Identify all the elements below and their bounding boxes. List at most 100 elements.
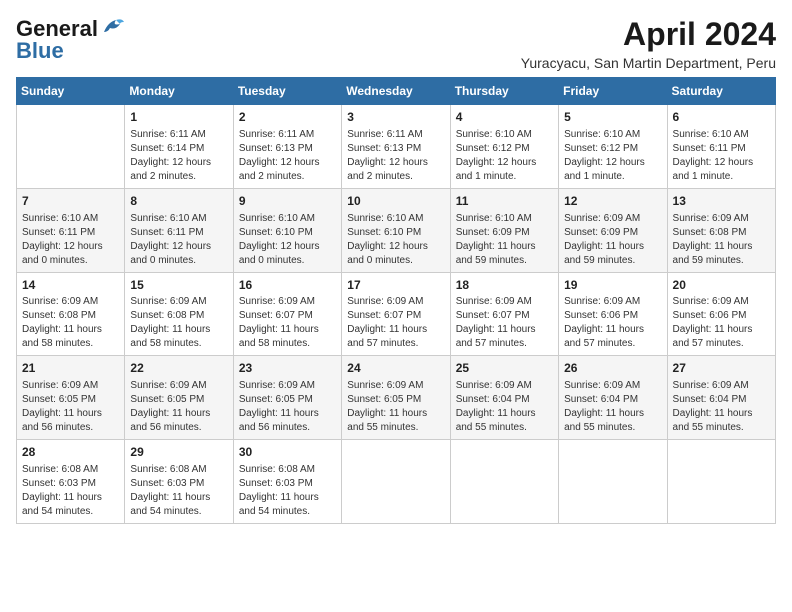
calendar-cell: 25 Sunrise: 6:09 AM Sunset: 6:04 PM Dayli… [450, 356, 558, 440]
calendar-table: Sunday Monday Tuesday Wednesday Thursday… [16, 77, 776, 524]
day-number: 3 [347, 109, 444, 126]
day-info: Sunrise: 6:09 AM Sunset: 6:09 PM Dayligh… [564, 212, 661, 268]
calendar-cell [342, 440, 450, 524]
day-number: 27 [673, 360, 770, 377]
day-number: 2 [239, 109, 336, 126]
day-info: Sunrise: 6:10 AM Sunset: 6:12 PM Dayligh… [564, 128, 661, 184]
calendar-week-2: 7 Sunrise: 6:10 AM Sunset: 6:11 PM Daylig… [17, 188, 776, 272]
day-number: 29 [130, 444, 227, 461]
calendar-cell: 19Sunrise: 6:09 AM Sunset: 6:06 PM Dayli… [559, 272, 667, 356]
calendar-week-1: 1 Sunrise: 6:11 AM Sunset: 6:14 PM Daylig… [17, 105, 776, 189]
calendar-cell: 22Sunrise: 6:09 AM Sunset: 6:05 PM Dayli… [125, 356, 233, 440]
day-number: 26 [564, 360, 661, 377]
day-info: Sunrise: 6:11 AM Sunset: 6:13 PM Dayligh… [347, 128, 444, 184]
calendar-cell: 13Sunrise: 6:09 AM Sunset: 6:08 PM Dayli… [667, 188, 775, 272]
calendar-cell: 30 Sunrise: 6:08 AM Sunset: 6:03 PM Dayli… [233, 440, 341, 524]
day-number: 28 [22, 444, 119, 461]
calendar-cell: 21 Sunrise: 6:09 AM Sunset: 6:05 PM Dayli… [17, 356, 125, 440]
calendar-cell [667, 440, 775, 524]
title-area: April 2024 Yuracyacu, San Martin Departm… [521, 16, 776, 71]
day-number: 14 [22, 277, 119, 294]
day-info: Sunrise: 6:09 AM Sunset: 6:05 PM Dayligh… [239, 379, 336, 435]
calendar-cell: 16Sunrise: 6:09 AM Sunset: 6:07 PM Dayli… [233, 272, 341, 356]
logo: General Blue [16, 16, 124, 64]
calendar-cell: 24Sunrise: 6:09 AM Sunset: 6:05 PM Dayli… [342, 356, 450, 440]
day-number: 10 [347, 193, 444, 210]
day-info: Sunrise: 6:09 AM Sunset: 6:06 PM Dayligh… [673, 295, 770, 351]
calendar-cell: 20Sunrise: 6:09 AM Sunset: 6:06 PM Dayli… [667, 272, 775, 356]
day-info: Sunrise: 6:08 AM Sunset: 6:03 PM Dayligh… [130, 463, 227, 519]
day-info: Sunrise: 6:08 AM Sunset: 6:03 PM Dayligh… [22, 463, 119, 519]
calendar-cell: 2 Sunrise: 6:11 AM Sunset: 6:13 PM Daylig… [233, 105, 341, 189]
calendar-cell: 7 Sunrise: 6:10 AM Sunset: 6:11 PM Daylig… [17, 188, 125, 272]
day-number: 19 [564, 277, 661, 294]
location-subtitle: Yuracyacu, San Martin Department, Peru [521, 55, 776, 71]
col-sunday: Sunday [17, 78, 125, 105]
day-info: Sunrise: 6:10 AM Sunset: 6:11 PM Dayligh… [130, 212, 227, 268]
day-number: 5 [564, 109, 661, 126]
calendar-cell [17, 105, 125, 189]
day-number: 6 [673, 109, 770, 126]
day-number: 22 [130, 360, 227, 377]
col-wednesday: Wednesday [342, 78, 450, 105]
day-info: Sunrise: 6:09 AM Sunset: 6:04 PM Dayligh… [673, 379, 770, 435]
day-info: Sunrise: 6:10 AM Sunset: 6:11 PM Dayligh… [673, 128, 770, 184]
calendar-cell: 14Sunrise: 6:09 AM Sunset: 6:08 PM Dayli… [17, 272, 125, 356]
calendar-cell: 1 Sunrise: 6:11 AM Sunset: 6:14 PM Daylig… [125, 105, 233, 189]
calendar-cell: 17Sunrise: 6:09 AM Sunset: 6:07 PM Dayli… [342, 272, 450, 356]
day-info: Sunrise: 6:11 AM Sunset: 6:13 PM Dayligh… [239, 128, 336, 184]
header: General Blue April 2024 Yuracyacu, San M… [16, 16, 776, 71]
logo-blue: Blue [16, 38, 64, 64]
calendar-cell: 6 Sunrise: 6:10 AM Sunset: 6:11 PM Daylig… [667, 105, 775, 189]
day-info: Sunrise: 6:09 AM Sunset: 6:04 PM Dayligh… [456, 379, 553, 435]
day-number: 17 [347, 277, 444, 294]
calendar-cell: 23Sunrise: 6:09 AM Sunset: 6:05 PM Dayli… [233, 356, 341, 440]
calendar-week-4: 21 Sunrise: 6:09 AM Sunset: 6:05 PM Dayli… [17, 356, 776, 440]
day-number: 11 [456, 193, 553, 210]
day-info: Sunrise: 6:09 AM Sunset: 6:06 PM Dayligh… [564, 295, 661, 351]
calendar-cell: 8 Sunrise: 6:10 AM Sunset: 6:11 PM Daylig… [125, 188, 233, 272]
calendar-cell: 11 Sunrise: 6:10 AM Sunset: 6:09 PM Dayli… [450, 188, 558, 272]
calendar-cell [559, 440, 667, 524]
col-thursday: Thursday [450, 78, 558, 105]
day-info: Sunrise: 6:09 AM Sunset: 6:08 PM Dayligh… [130, 295, 227, 351]
day-number: 21 [22, 360, 119, 377]
calendar-week-3: 14Sunrise: 6:09 AM Sunset: 6:08 PM Dayli… [17, 272, 776, 356]
day-number: 4 [456, 109, 553, 126]
day-number: 30 [239, 444, 336, 461]
day-info: Sunrise: 6:09 AM Sunset: 6:05 PM Dayligh… [22, 379, 119, 435]
day-number: 1 [130, 109, 227, 126]
day-number: 20 [673, 277, 770, 294]
calendar-cell: 5 Sunrise: 6:10 AM Sunset: 6:12 PM Daylig… [559, 105, 667, 189]
col-saturday: Saturday [667, 78, 775, 105]
calendar-cell [450, 440, 558, 524]
day-info: Sunrise: 6:08 AM Sunset: 6:03 PM Dayligh… [239, 463, 336, 519]
calendar-cell: 29 Sunrise: 6:08 AM Sunset: 6:03 PM Dayli… [125, 440, 233, 524]
day-number: 8 [130, 193, 227, 210]
logo-bird-icon [102, 18, 124, 36]
calendar-cell: 4Sunrise: 6:10 AM Sunset: 6:12 PM Daylig… [450, 105, 558, 189]
calendar-cell: 10Sunrise: 6:10 AM Sunset: 6:10 PM Dayli… [342, 188, 450, 272]
calendar-cell: 15Sunrise: 6:09 AM Sunset: 6:08 PM Dayli… [125, 272, 233, 356]
day-number: 9 [239, 193, 336, 210]
calendar-cell: 18Sunrise: 6:09 AM Sunset: 6:07 PM Dayli… [450, 272, 558, 356]
calendar-week-5: 28 Sunrise: 6:08 AM Sunset: 6:03 PM Dayli… [17, 440, 776, 524]
day-info: Sunrise: 6:11 AM Sunset: 6:14 PM Dayligh… [130, 128, 227, 184]
month-title: April 2024 [521, 16, 776, 53]
day-info: Sunrise: 6:09 AM Sunset: 6:07 PM Dayligh… [239, 295, 336, 351]
day-info: Sunrise: 6:10 AM Sunset: 6:11 PM Dayligh… [22, 212, 119, 268]
calendar-cell: 3 Sunrise: 6:11 AM Sunset: 6:13 PM Daylig… [342, 105, 450, 189]
day-number: 25 [456, 360, 553, 377]
day-info: Sunrise: 6:10 AM Sunset: 6:09 PM Dayligh… [456, 212, 553, 268]
col-tuesday: Tuesday [233, 78, 341, 105]
day-number: 7 [22, 193, 119, 210]
day-number: 24 [347, 360, 444, 377]
day-number: 13 [673, 193, 770, 210]
day-info: Sunrise: 6:09 AM Sunset: 6:08 PM Dayligh… [22, 295, 119, 351]
day-number: 18 [456, 277, 553, 294]
calendar-cell: 12 Sunrise: 6:09 AM Sunset: 6:09 PM Dayli… [559, 188, 667, 272]
day-number: 15 [130, 277, 227, 294]
calendar-cell: 28 Sunrise: 6:08 AM Sunset: 6:03 PM Dayli… [17, 440, 125, 524]
day-number: 12 [564, 193, 661, 210]
day-info: Sunrise: 6:09 AM Sunset: 6:07 PM Dayligh… [456, 295, 553, 351]
